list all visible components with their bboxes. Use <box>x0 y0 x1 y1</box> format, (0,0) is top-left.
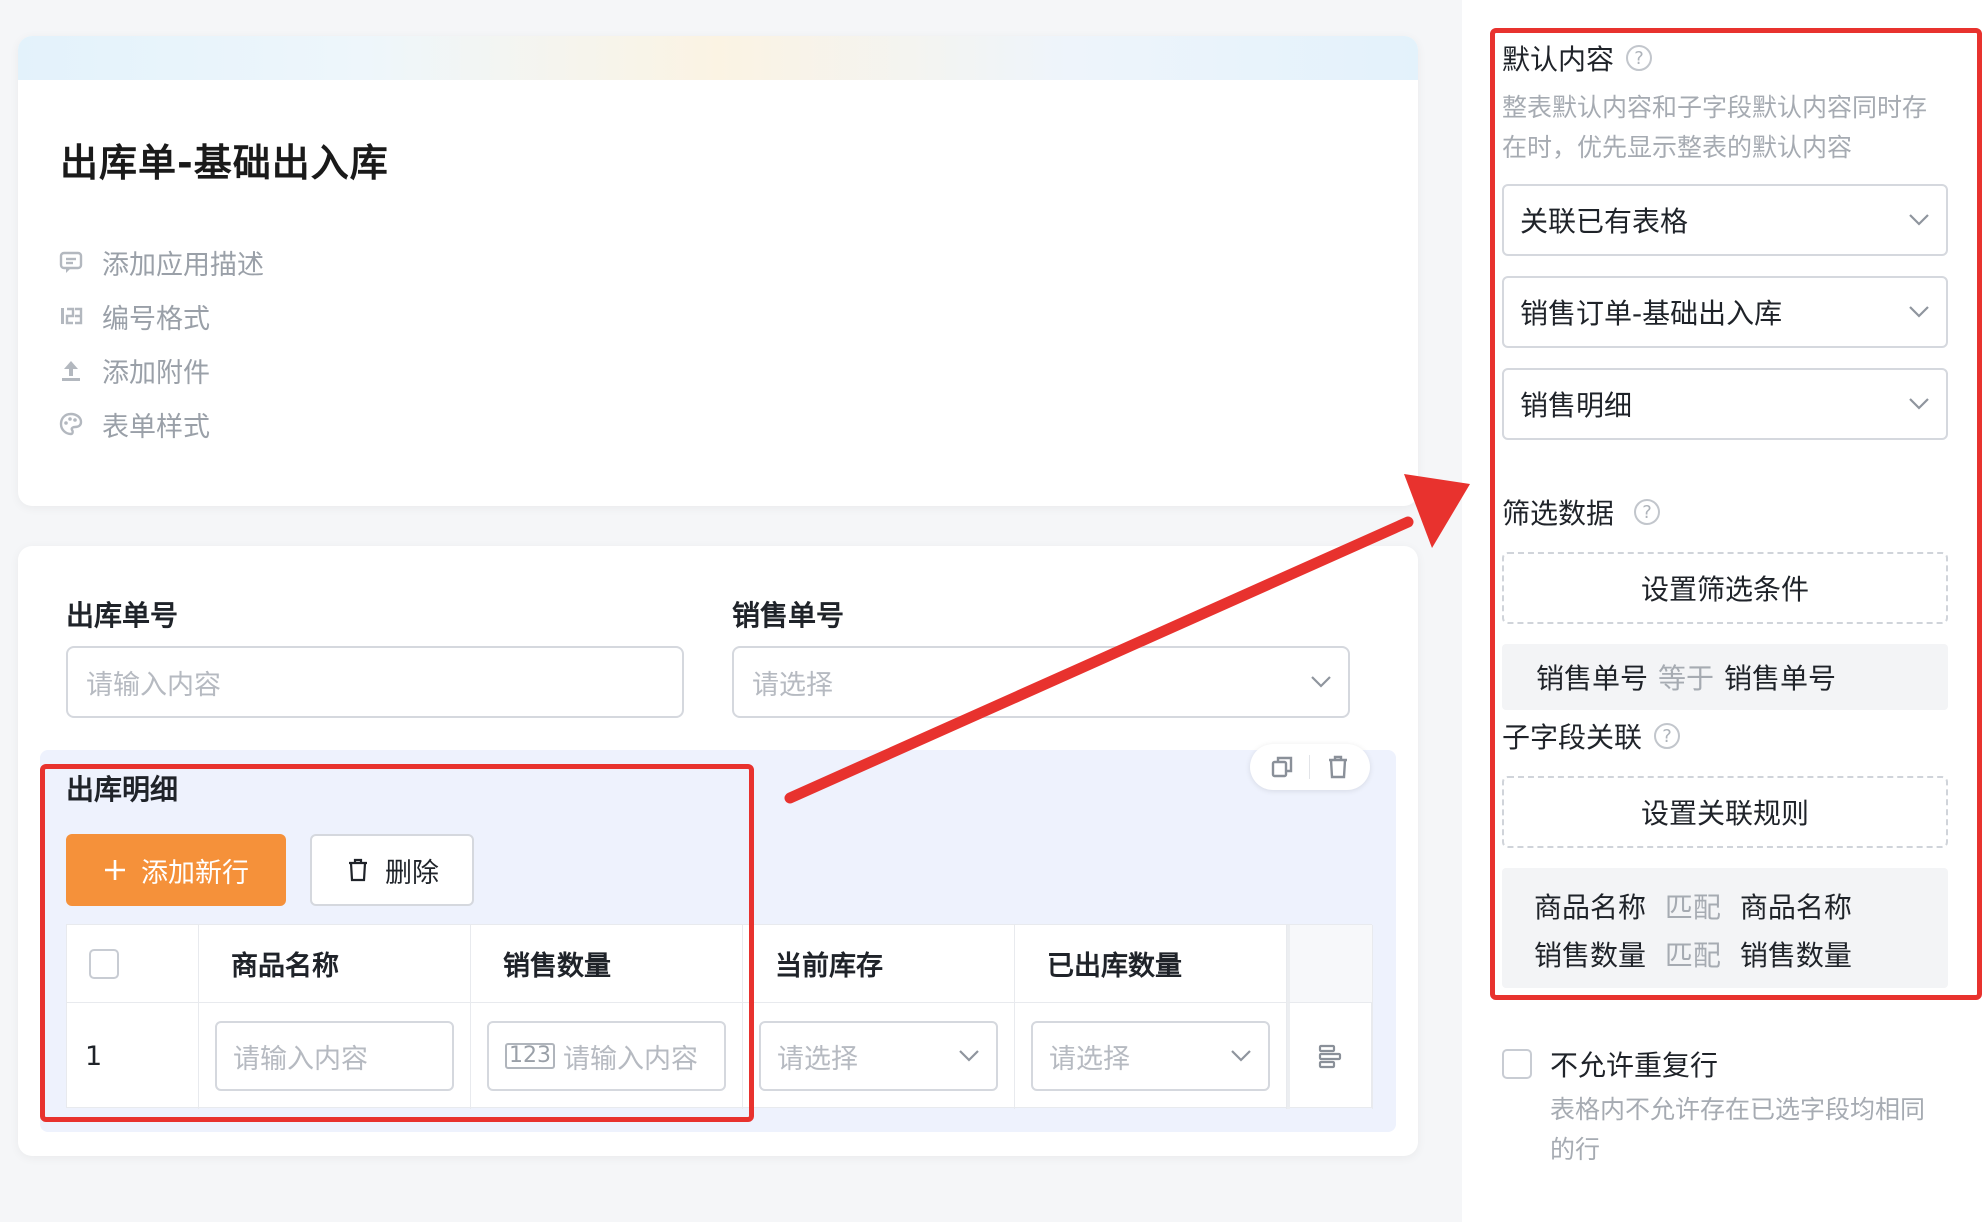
arrow-line <box>784 516 1414 804</box>
arrow-head <box>1404 474 1470 548</box>
annotation-arrow <box>784 474 1470 804</box>
